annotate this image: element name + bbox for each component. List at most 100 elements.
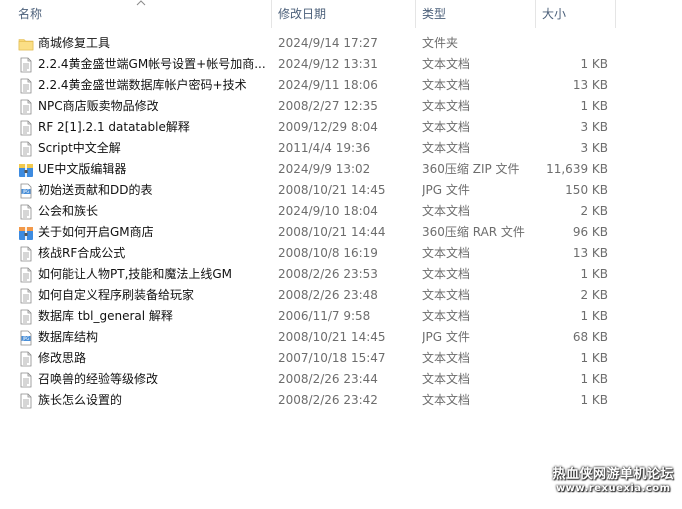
file-row[interactable]: 公会和族长 2024/9/10 18:04 文本文档 2 KB [0,201,682,222]
file-name: 族长怎么设置的 [38,393,123,407]
file-modified-date: 2024/9/14 17:27 [278,36,378,50]
file-type: 文本文档 [422,120,471,134]
file-type: 文本文档 [422,267,471,281]
column-divider[interactable] [535,0,536,28]
file-list: 商城修复工具 2024/9/14 17:27 文件夹 2.2.4黄金盛世端GM帐号设置… [0,33,682,411]
file-modified-date: 2024/9/12 13:31 [278,57,378,71]
file-name: 2.2.4黄金盛世端数据库帐户密码+技术 [38,78,247,92]
file-modified-date: 2008/2/27 12:35 [278,99,378,113]
file-size: 1 KB [580,57,608,71]
file-name: 2.2.4黄金盛世端GM帐号设置+帐号加商... [38,57,266,71]
file-size: 2 KB [580,204,608,218]
file-size: 1 KB [580,309,608,323]
file-modified-date: 2008/10/21 14:44 [278,225,386,239]
file-name: 修改思路 [38,351,87,365]
file-size: 1 KB [580,267,608,281]
file-modified-date: 2008/2/26 23:42 [278,393,378,407]
column-header-date[interactable]: 修改日期 [274,0,414,28]
file-size: 1 KB [580,372,608,386]
zip-archive-icon [18,162,34,178]
file-name: RF 2[1].2.1 datatable解释 [38,120,190,134]
file-row[interactable]: 如何自定义程序刷装备给玩家 2008/2/26 23:48 文本文档 2 KB [0,285,682,306]
watermark-title: 热血侠网游单机论坛 [552,467,674,482]
file-name: 初始送贡献和DD的表 [38,183,153,197]
file-modified-date: 2009/12/29 8:04 [278,120,378,134]
file-modified-date: 2011/4/4 19:36 [278,141,371,155]
file-size: 3 KB [580,141,608,155]
jpg-image-icon: JPG [18,183,34,199]
file-type: 文本文档 [422,288,471,302]
file-modified-date: 2024/9/9 13:02 [278,162,371,176]
file-row[interactable]: UE中文版编辑器 2024/9/9 13:02 360压缩 ZIP 文件 11,639… [0,159,682,180]
file-row[interactable]: 族长怎么设置的 2008/2/26 23:42 文本文档 1 KB [0,390,682,411]
file-type: 文本文档 [422,246,471,260]
file-row[interactable]: RF 2[1].2.1 datatable解释 2009/12/29 8:04 文本… [0,117,682,138]
file-row[interactable]: 如何能让人物PT,技能和魔法上线GM 2008/2/26 23:53 文本文档 1 K… [0,264,682,285]
jpg-image-icon: JPG [18,330,34,346]
file-modified-date: 2008/2/26 23:53 [278,267,378,281]
file-size: 2 KB [580,288,608,302]
text-file-icon [18,57,34,73]
text-file-icon [18,393,34,409]
file-name: 数据库 tbl_general 解释 [38,309,173,323]
file-row[interactable]: 关于如何开启GM商店 2008/10/21 14:44 360压缩 RAR 文件 96… [0,222,682,243]
file-size: 1 KB [580,393,608,407]
watermark-url: www.rexuexia.com [555,483,671,494]
file-size: 13 KB [572,78,608,92]
column-header-type[interactable]: 类型 [418,0,534,28]
file-modified-date: 2008/10/8 16:19 [278,246,378,260]
file-modified-date: 2008/2/26 23:48 [278,288,378,302]
column-header-size[interactable]: 大小 [538,0,616,28]
text-file-icon [18,351,34,367]
file-name: 召唤兽的经验等级修改 [38,372,159,386]
file-size: 96 KB [572,225,608,239]
file-row[interactable]: 2.2.4黄金盛世端GM帐号设置+帐号加商... 2024/9/12 13:31 文… [0,54,682,75]
file-type: 文本文档 [422,309,471,323]
file-name: 商城修复工具 [38,36,111,50]
folder-icon [18,36,34,52]
file-size [540,33,608,54]
file-row[interactable]: NPC商店贩卖物品修改 2008/2/27 12:35 文本文档 1 KB [0,96,682,117]
file-row[interactable]: JPG 数据库结构 2008/10/21 14:45 JPG 文件 68 KB [0,327,682,348]
file-type: 360压缩 ZIP 文件 [422,162,520,176]
file-row[interactable]: 数据库 tbl_general 解释 2006/11/7 9:58 文本文档 1 KB [0,306,682,327]
file-name: UE中文版编辑器 [38,162,127,176]
file-name: 如何能让人物PT,技能和魔法上线GM [38,267,233,281]
column-divider[interactable] [615,0,616,28]
file-modified-date: 2008/2/26 23:44 [278,372,378,386]
file-row[interactable]: 核战RF合成公式 2008/10/8 16:19 文本文档 13 KB [0,243,682,264]
file-row[interactable]: JPG 初始送贡献和DD的表 2008/10/21 14:45 JPG 文件 150 K… [0,180,682,201]
file-row[interactable]: 修改思路 2007/10/18 15:47 文本文档 1 KB [0,348,682,369]
column-divider[interactable] [415,0,416,28]
file-size: 1 KB [580,351,608,365]
text-file-icon [18,141,34,157]
text-file-icon [18,372,34,388]
file-modified-date: 2008/10/21 14:45 [278,330,386,344]
file-name: 核战RF合成公式 [38,246,126,260]
file-type: 文本文档 [422,57,471,71]
file-name: NPC商店贩卖物品修改 [38,99,159,113]
text-file-icon [18,78,34,94]
text-file-icon [18,120,34,136]
file-row[interactable]: Script中文全解 2011/4/4 19:36 文本文档 3 KB [0,138,682,159]
file-type: JPG 文件 [422,183,470,197]
file-row[interactable]: 2.2.4黄金盛世端数据库帐户密码+技术 2024/9/11 18:06 文本文档 1… [0,75,682,96]
file-modified-date: 2024/9/11 18:06 [278,78,378,92]
file-modified-date: 2024/9/10 18:04 [278,204,378,218]
svg-text:JPG: JPG [22,189,30,194]
file-name: 关于如何开启GM商店 [38,225,154,239]
column-header-name[interactable]: 名称 [14,0,270,28]
file-explorer-window: 名称 修改日期 类型 大小 商城修复工具 2024/9/14 17:27 文件夹 2.… [0,0,682,509]
svg-text:JPG: JPG [22,336,30,341]
site-watermark: 热血侠网游单机论坛 www.rexuexia.com [552,467,674,495]
file-row[interactable]: 召唤兽的经验等级修改 2008/2/26 23:44 文本文档 1 KB [0,369,682,390]
file-type: 文本文档 [422,99,471,113]
file-row[interactable]: 商城修复工具 2024/9/14 17:27 文件夹 [0,33,682,54]
text-file-icon [18,267,34,283]
text-file-icon [18,246,34,262]
file-type: 文本文档 [422,204,471,218]
file-type: 文本文档 [422,141,471,155]
column-divider[interactable] [271,0,272,28]
file-name: 如何自定义程序刷装备给玩家 [38,288,195,302]
file-size: 68 KB [572,330,608,344]
